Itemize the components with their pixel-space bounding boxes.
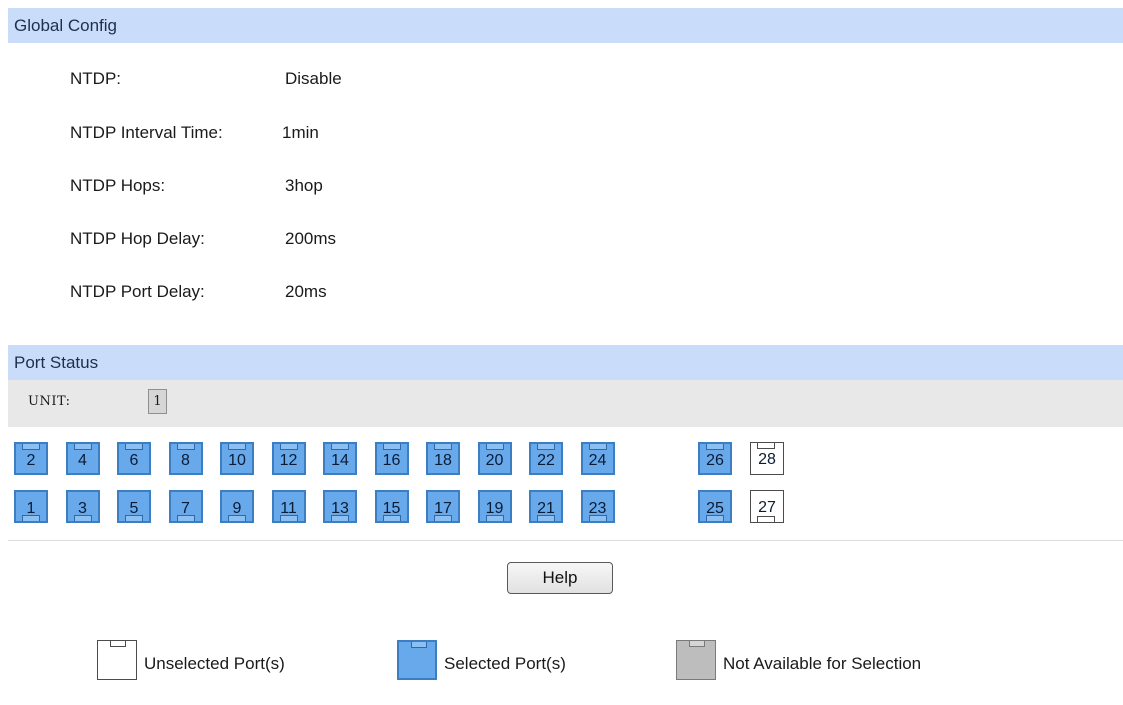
port-notch-icon xyxy=(382,444,401,450)
config-label: NTDP Interval Time: xyxy=(70,123,223,142)
port-23[interactable]: 23 xyxy=(580,490,615,523)
port-4[interactable]: 4 xyxy=(65,442,100,475)
port-number: 12 xyxy=(279,452,298,469)
port-7[interactable]: 7 xyxy=(168,490,203,523)
port-number: 5 xyxy=(129,500,139,517)
port-notch-icon xyxy=(757,443,775,449)
port-1[interactable]: 1 xyxy=(14,490,48,523)
unit-bar: UNIT: 1 xyxy=(8,380,1123,427)
port-number: 24 xyxy=(588,452,607,469)
port-number: 11 xyxy=(280,500,297,517)
port-27[interactable]: 27 xyxy=(750,490,784,523)
config-value: 3hop xyxy=(285,176,323,195)
port-5[interactable]: 5 xyxy=(117,490,151,523)
port-number: 13 xyxy=(331,500,349,517)
unit-button[interactable]: 1 xyxy=(148,389,167,414)
port-number: 27 xyxy=(758,499,776,516)
port-11[interactable]: 11 xyxy=(271,490,306,523)
port-notch-icon xyxy=(279,444,298,450)
port-12[interactable]: 12 xyxy=(271,442,306,475)
port-notch-icon xyxy=(22,444,40,450)
config-label: NTDP Hops: xyxy=(70,176,166,195)
port-number: 19 xyxy=(485,500,504,517)
port-28[interactable]: 28 xyxy=(750,442,784,475)
port-number: 22 xyxy=(537,452,555,469)
port-selected-icon xyxy=(397,640,437,680)
port-number: 3 xyxy=(78,500,87,517)
config-label: NTDP: xyxy=(70,69,121,88)
port-notch-icon xyxy=(434,444,452,450)
port-unselected-icon xyxy=(97,640,137,680)
port-panel: 2 4 6 8 10 12 14 16 18 20 22 24 26 28 1 3 5 7 9 11 13 15 17 19 2… xyxy=(8,428,1123,541)
config-label: NTDP Hop Delay: xyxy=(70,229,205,248)
port-number: 1 xyxy=(26,500,36,517)
port-13[interactable]: 13 xyxy=(323,490,357,523)
port-unavailable-icon xyxy=(676,640,716,680)
port-8[interactable]: 8 xyxy=(168,442,203,475)
global-config-header: Global Config xyxy=(8,8,1123,43)
port-notch-icon xyxy=(176,444,195,450)
config-label: NTDP Port Delay: xyxy=(70,282,205,301)
port-number: 21 xyxy=(537,500,555,517)
legend-label: Unselected Port(s) xyxy=(144,654,285,673)
port-notch-icon xyxy=(331,444,349,450)
port-notch-icon xyxy=(73,444,92,450)
port-notch-icon xyxy=(228,444,246,450)
port-number: 4 xyxy=(78,452,87,469)
port-notch-icon xyxy=(588,444,607,450)
port-number: 6 xyxy=(129,452,139,469)
help-button[interactable]: Help xyxy=(507,562,613,594)
port-number: 15 xyxy=(382,500,401,517)
config-value: Disable xyxy=(285,69,342,88)
port-number: 14 xyxy=(331,452,349,469)
port-6[interactable]: 6 xyxy=(117,442,151,475)
port-2[interactable]: 2 xyxy=(14,442,48,475)
unit-label: UNIT: xyxy=(28,394,71,409)
port-15[interactable]: 15 xyxy=(374,490,409,523)
legend-label: Selected Port(s) xyxy=(444,654,566,673)
port-25[interactable]: 25 xyxy=(698,490,732,523)
port-number: 7 xyxy=(181,500,190,517)
port-number: 9 xyxy=(232,500,242,517)
port-number: 16 xyxy=(382,452,401,469)
port-number: 23 xyxy=(588,500,607,517)
port-notch-icon xyxy=(757,516,775,522)
port-number: 2 xyxy=(26,452,36,469)
port-number: 20 xyxy=(485,452,504,469)
port-notch-icon xyxy=(706,444,724,450)
port-22[interactable]: 22 xyxy=(529,442,563,475)
port-number: 25 xyxy=(706,500,724,517)
port-number: 28 xyxy=(758,451,776,468)
port-17[interactable]: 17 xyxy=(426,490,460,523)
port-16[interactable]: 16 xyxy=(374,442,409,475)
port-20[interactable]: 20 xyxy=(477,442,512,475)
config-value: 20ms xyxy=(285,282,327,301)
port-notch-icon xyxy=(485,444,504,450)
port-notch-icon xyxy=(537,444,555,450)
port-19[interactable]: 19 xyxy=(477,490,512,523)
port-number: 10 xyxy=(228,452,246,469)
port-18[interactable]: 18 xyxy=(426,442,460,475)
port-status-header: Port Status xyxy=(8,345,1123,380)
port-number: 26 xyxy=(706,452,724,469)
port-26[interactable]: 26 xyxy=(698,442,732,475)
port-number: 18 xyxy=(434,452,452,469)
config-value: 1min xyxy=(282,123,319,142)
port-notch-icon xyxy=(125,444,143,450)
legend-label: Not Available for Selection xyxy=(723,654,922,673)
port-14[interactable]: 14 xyxy=(323,442,357,475)
port-10[interactable]: 10 xyxy=(220,442,254,475)
port-number: 8 xyxy=(181,452,190,469)
port-21[interactable]: 21 xyxy=(529,490,563,523)
config-value: 200ms xyxy=(285,229,337,248)
port-number: 17 xyxy=(434,500,452,517)
port-24[interactable]: 24 xyxy=(580,442,615,475)
port-9[interactable]: 9 xyxy=(220,490,254,523)
port-3[interactable]: 3 xyxy=(65,490,100,523)
